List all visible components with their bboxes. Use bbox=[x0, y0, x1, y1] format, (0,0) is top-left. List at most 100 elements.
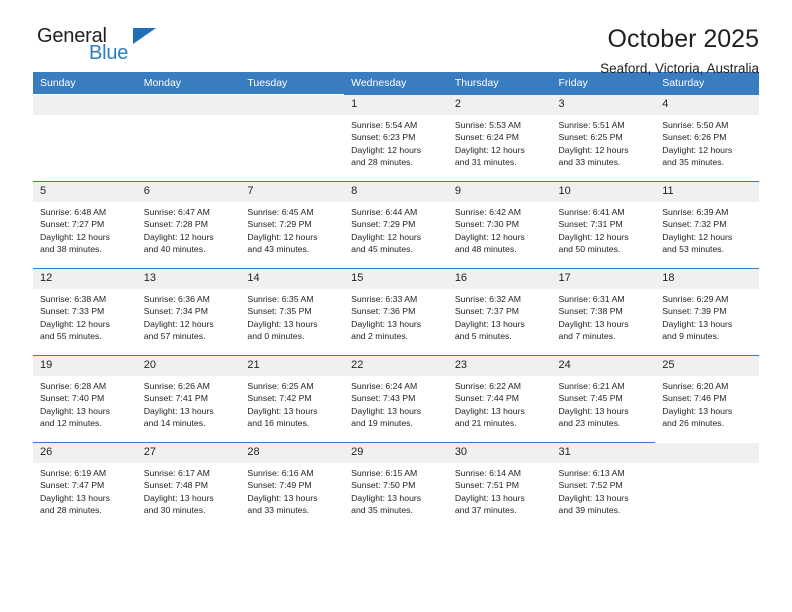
day-number: 23 bbox=[447, 356, 552, 376]
calendar-day[interactable]: 4 Sunrise: 5:50 AM Sunset: 6:26 PM Daylight… bbox=[655, 94, 759, 181]
day-number: 18 bbox=[655, 269, 759, 289]
calendar-day[interactable]: 27 Sunrise: 6:17 AM Sunset: 7:48 PM Dayligh… bbox=[136, 442, 241, 529]
calendar-day[interactable]: 30 Sunrise: 6:14 AM Sunset: 7:51 PM Dayligh… bbox=[447, 442, 552, 529]
calendar-day[interactable]: 24 Sunrise: 6:21 AM Sunset: 7:45 PM Dayligh… bbox=[551, 355, 656, 442]
calendar-day-empty bbox=[655, 442, 759, 529]
daylight-text-line2: and 30 minutes. bbox=[143, 505, 206, 516]
calendar-day[interactable]: 22 Sunrise: 6:24 AM Sunset: 7:43 PM Dayligh… bbox=[344, 355, 448, 442]
calendar-day[interactable]: 6 Sunrise: 6:47 AM Sunset: 7:28 PM Daylight… bbox=[136, 181, 241, 268]
day-number bbox=[136, 95, 241, 115]
calendar-day[interactable]: 11 Sunrise: 6:39 AM Sunset: 7:32 PM Dayligh… bbox=[655, 181, 759, 268]
daylight-text-line1: Daylight: 13 hours bbox=[247, 405, 318, 416]
calendar-cell: 1 Sunrise: 5:54 AM Sunset: 6:23 PM Daylight… bbox=[344, 94, 448, 181]
day-details: Sunrise: 6:42 AM Sunset: 7:30 PM Daylight:… bbox=[448, 202, 552, 255]
sunrise-text: Sunrise: 6:33 AM bbox=[351, 294, 418, 304]
calendar-day[interactable]: 1 Sunrise: 5:54 AM Sunset: 6:23 PM Daylight… bbox=[344, 94, 448, 181]
calendar-cell: 14 Sunrise: 6:35 AM Sunset: 7:35 PM Dayligh… bbox=[240, 268, 345, 355]
calendar-day[interactable]: 9 Sunrise: 6:42 AM Sunset: 7:30 PM Daylight… bbox=[447, 181, 552, 268]
daylight-text-line1: Daylight: 13 hours bbox=[351, 318, 422, 329]
calendar-day[interactable]: 31 Sunrise: 6:13 AM Sunset: 7:52 PM Dayligh… bbox=[551, 442, 656, 529]
calendar-page: General Blue October 2025 Seaford, Victo… bbox=[0, 0, 792, 612]
sunrise-text: Sunrise: 6:24 AM bbox=[351, 381, 418, 391]
calendar-day[interactable]: 8 Sunrise: 6:44 AM Sunset: 7:29 PM Daylight… bbox=[344, 181, 448, 268]
calendar-day[interactable]: 10 Sunrise: 6:41 AM Sunset: 7:31 PM Dayligh… bbox=[551, 181, 656, 268]
sunrise-text: Sunrise: 6:22 AM bbox=[454, 381, 521, 391]
calendar-day[interactable]: 5 Sunrise: 6:48 AM Sunset: 7:27 PM Daylight… bbox=[33, 181, 137, 268]
day-number: 29 bbox=[344, 443, 448, 463]
daylight-text-line2: and 35 minutes. bbox=[351, 505, 413, 516]
calendar-day[interactable]: 17 Sunrise: 6:31 AM Sunset: 7:38 PM Dayligh… bbox=[551, 268, 656, 355]
sunset-text: Sunset: 7:31 PM bbox=[558, 219, 623, 230]
day-number: 11 bbox=[655, 182, 759, 202]
daylight-text-line1: Daylight: 12 hours bbox=[454, 144, 525, 155]
calendar-cell: 20 Sunrise: 6:26 AM Sunset: 7:41 PM Dayligh… bbox=[136, 355, 241, 442]
sunrise-text: Sunrise: 6:19 AM bbox=[40, 468, 107, 478]
daylight-text-line2: and 37 minutes. bbox=[454, 505, 517, 516]
daylight-text-line2: and 40 minutes. bbox=[143, 244, 206, 255]
calendar-cell: 27 Sunrise: 6:17 AM Sunset: 7:48 PM Dayligh… bbox=[136, 442, 241, 529]
calendar-day[interactable]: 3 Sunrise: 5:51 AM Sunset: 6:25 PM Daylight… bbox=[551, 94, 656, 181]
calendar-day[interactable]: 28 Sunrise: 6:16 AM Sunset: 7:49 PM Dayligh… bbox=[240, 442, 345, 529]
sunset-text: Sunset: 7:35 PM bbox=[247, 306, 312, 317]
daylight-text-line1: Daylight: 13 hours bbox=[40, 492, 111, 503]
day-number: 20 bbox=[136, 356, 241, 376]
calendar-day[interactable]: 25 Sunrise: 6:20 AM Sunset: 7:46 PM Dayligh… bbox=[655, 355, 759, 442]
calendar-cell: 19 Sunrise: 6:28 AM Sunset: 7:40 PM Dayligh… bbox=[33, 355, 137, 442]
calendar-day[interactable]: 14 Sunrise: 6:35 AM Sunset: 7:35 PM Dayligh… bbox=[240, 268, 345, 355]
sunset-text: Sunset: 7:47 PM bbox=[40, 480, 105, 491]
calendar-cell: 11 Sunrise: 6:39 AM Sunset: 7:32 PM Dayligh… bbox=[655, 181, 759, 268]
calendar-cell: 24 Sunrise: 6:21 AM Sunset: 7:45 PM Dayligh… bbox=[551, 355, 656, 442]
daylight-text-line2: and 53 minutes. bbox=[662, 244, 725, 255]
calendar-cell: 6 Sunrise: 6:47 AM Sunset: 7:28 PM Daylight… bbox=[136, 181, 241, 268]
calendar-day[interactable]: 21 Sunrise: 6:25 AM Sunset: 7:42 PM Dayligh… bbox=[240, 355, 345, 442]
daylight-text-line1: Daylight: 13 hours bbox=[351, 405, 422, 416]
calendar-day[interactable]: 23 Sunrise: 6:22 AM Sunset: 7:44 PM Dayligh… bbox=[447, 355, 552, 442]
calendar-day[interactable]: 2 Sunrise: 5:53 AM Sunset: 6:24 PM Daylight… bbox=[447, 94, 552, 181]
daylight-text-line2: and 43 minutes. bbox=[247, 244, 310, 255]
day-number: 26 bbox=[33, 443, 137, 463]
logo-triangle-icon bbox=[133, 28, 156, 44]
calendar-day[interactable]: 29 Sunrise: 6:15 AM Sunset: 7:50 PM Dayligh… bbox=[344, 442, 448, 529]
daylight-text-line1: Daylight: 12 hours bbox=[247, 231, 318, 242]
daylight-text-line1: Daylight: 13 hours bbox=[247, 318, 318, 329]
day-number: 16 bbox=[447, 269, 552, 289]
calendar-day-empty bbox=[33, 94, 137, 181]
calendar-cell: 21 Sunrise: 6:25 AM Sunset: 7:42 PM Dayligh… bbox=[240, 355, 345, 442]
daylight-text-line2: and 33 minutes. bbox=[558, 157, 621, 168]
sunset-text: Sunset: 7:39 PM bbox=[662, 306, 727, 317]
calendar-week-row: 26 Sunrise: 6:19 AM Sunset: 7:47 PM Dayligh… bbox=[33, 442, 759, 529]
weekday-header-monday: Monday bbox=[136, 72, 241, 94]
day-number: 1 bbox=[344, 95, 448, 115]
sunset-text: Sunset: 7:45 PM bbox=[558, 393, 623, 404]
calendar-day[interactable]: 12 Sunrise: 6:38 AM Sunset: 7:33 PM Dayligh… bbox=[33, 268, 137, 355]
daylight-text-line2: and 28 minutes. bbox=[40, 505, 102, 516]
sunrise-text: Sunrise: 6:14 AM bbox=[454, 468, 521, 478]
calendar-day[interactable]: 13 Sunrise: 6:36 AM Sunset: 7:34 PM Dayligh… bbox=[136, 268, 241, 355]
day-details: Sunrise: 5:53 AM Sunset: 6:24 PM Daylight:… bbox=[448, 115, 552, 168]
calendar-day[interactable]: 20 Sunrise: 6:26 AM Sunset: 7:41 PM Dayligh… bbox=[136, 355, 241, 442]
calendar-day[interactable]: 15 Sunrise: 6:33 AM Sunset: 7:36 PM Dayligh… bbox=[344, 268, 448, 355]
calendar-day[interactable]: 18 Sunrise: 6:29 AM Sunset: 7:39 PM Dayligh… bbox=[655, 268, 759, 355]
sunset-text: Sunset: 7:52 PM bbox=[558, 480, 623, 491]
sunrise-text: Sunrise: 5:50 AM bbox=[662, 120, 729, 130]
general-blue-logo[interactable]: General Blue bbox=[33, 26, 163, 72]
calendar-cell: 30 Sunrise: 6:14 AM Sunset: 7:51 PM Dayligh… bbox=[447, 442, 552, 529]
calendar-cell: 2 Sunrise: 5:53 AM Sunset: 6:24 PM Daylight… bbox=[447, 94, 552, 181]
calendar-cell: 13 Sunrise: 6:36 AM Sunset: 7:34 PM Dayligh… bbox=[136, 268, 241, 355]
location-subtitle: Seaford, Victoria, Australia bbox=[600, 60, 759, 76]
daylight-text-line1: Daylight: 13 hours bbox=[454, 318, 525, 329]
daylight-text-line2: and 7 minutes. bbox=[558, 331, 616, 342]
sunrise-text: Sunrise: 6:36 AM bbox=[143, 294, 210, 304]
calendar-day[interactable]: 26 Sunrise: 6:19 AM Sunset: 7:47 PM Dayligh… bbox=[33, 442, 137, 529]
calendar-day[interactable]: 16 Sunrise: 6:32 AM Sunset: 7:37 PM Dayligh… bbox=[447, 268, 552, 355]
daylight-text-line2: and 31 minutes. bbox=[454, 157, 517, 168]
sunset-text: Sunset: 7:51 PM bbox=[454, 480, 520, 491]
calendar-cell: 8 Sunrise: 6:44 AM Sunset: 7:29 PM Daylight… bbox=[344, 181, 448, 268]
day-number: 28 bbox=[240, 443, 345, 463]
sunset-text: Sunset: 7:28 PM bbox=[143, 219, 208, 230]
calendar-day[interactable]: 19 Sunrise: 6:28 AM Sunset: 7:40 PM Dayligh… bbox=[33, 355, 137, 442]
logo-text-blue: Blue bbox=[89, 42, 129, 64]
day-details: Sunrise: 5:54 AM Sunset: 6:23 PM Daylight:… bbox=[344, 115, 448, 168]
calendar-day[interactable]: 7 Sunrise: 6:45 AM Sunset: 7:29 PM Daylight… bbox=[240, 181, 345, 268]
daylight-text-line2: and 39 minutes. bbox=[558, 505, 621, 516]
